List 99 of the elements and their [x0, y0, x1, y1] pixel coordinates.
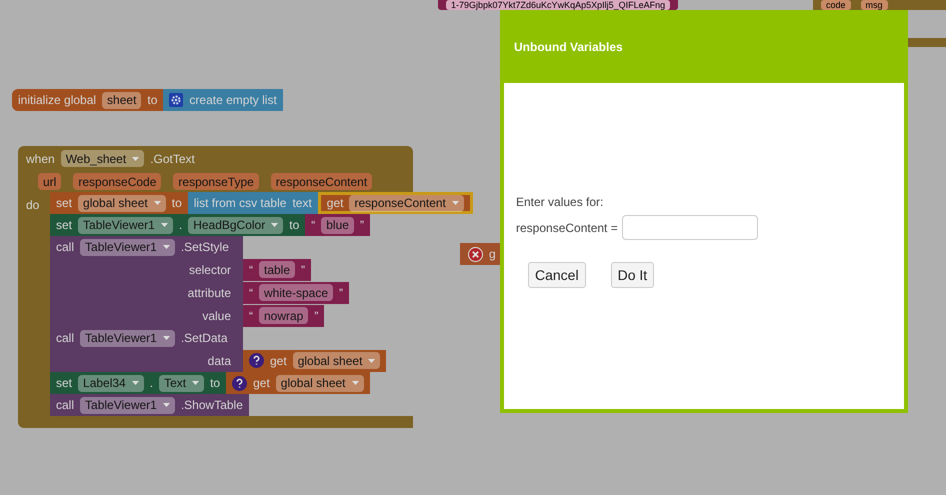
- block-label: .: [178, 218, 182, 232]
- statement-block[interactable]: set global sheet to: [50, 192, 188, 214]
- caret-icon: [352, 381, 359, 385]
- block-label: .ShowTable: [180, 398, 243, 412]
- error-icon[interactable]: [468, 246, 483, 262]
- block-label: do: [26, 198, 40, 212]
- caret-icon: [162, 245, 170, 249]
- block-label: value: [202, 308, 231, 322]
- block-label: .SetData: [180, 331, 228, 345]
- block-label: selector: [188, 262, 231, 276]
- block-label: call: [56, 331, 74, 345]
- block-label: attribute: [188, 286, 231, 300]
- parameter-chip: responseContent: [270, 173, 372, 190]
- dropdown-field[interactable]: TableViewer1: [80, 238, 175, 256]
- block-label: “: [311, 218, 316, 232]
- name-field[interactable]: sheet: [102, 92, 142, 108]
- name-field[interactable]: table: [259, 261, 296, 278]
- block-label: to: [289, 218, 300, 232]
- parameter-chip: msg: [860, 0, 888, 10]
- name-field[interactable]: nowrap: [259, 307, 308, 324]
- confirm-button[interactable]: Do It: [610, 262, 654, 288]
- dropdown-field[interactable]: HeadBgColor: [188, 216, 284, 234]
- dropdown-field[interactable]: responseContent: [349, 194, 464, 212]
- caret-icon: [162, 403, 170, 407]
- block-label: set: [56, 376, 72, 390]
- statement-block[interactable]: call TableViewer1 .SetStyle: [50, 236, 243, 258]
- caret-icon: [192, 381, 200, 385]
- block-label: text: [292, 196, 312, 210]
- text-block[interactable]: “ blue ”: [305, 214, 370, 236]
- block-label: data: [208, 354, 231, 368]
- block-label: to: [210, 376, 220, 390]
- field-label: responseContent =: [516, 220, 618, 234]
- block-label: set: [56, 218, 72, 232]
- block-label: create empty list: [189, 93, 277, 107]
- parameter-chip: code: [821, 0, 851, 10]
- parameter-chip: responseType: [173, 173, 259, 190]
- dropdown-field[interactable]: TableViewer1: [80, 330, 175, 346]
- block-label: get: [253, 376, 270, 390]
- block-label: when: [26, 152, 55, 166]
- block-label: g: [489, 247, 496, 261]
- dropdown-field[interactable]: TableViewer1: [78, 216, 173, 234]
- initialize-block[interactable]: initialize global sheet to: [12, 89, 164, 111]
- cancel-button[interactable]: Cancel: [528, 262, 586, 288]
- block-label: .SetStyle: [180, 240, 229, 254]
- gear-icon[interactable]: [169, 93, 184, 107]
- block-label: ”: [339, 286, 344, 300]
- get-block[interactable]: get responseContent: [318, 192, 473, 214]
- statement-block[interactable]: set Label34 . Text to: [50, 372, 226, 394]
- block-label: .GotText: [150, 152, 195, 166]
- caret-icon: [160, 223, 168, 227]
- block-label: get: [326, 196, 344, 210]
- text-block[interactable]: “ table ”: [243, 258, 312, 280]
- dropdown-field[interactable]: Label34: [78, 374, 144, 392]
- block-label: .: [150, 376, 154, 390]
- text-block[interactable]: “ nowrap ”: [243, 304, 324, 326]
- statement-block[interactable]: call TableViewer1 .SetData: [50, 327, 243, 349]
- block-label: to: [147, 93, 158, 107]
- block-label: “: [249, 308, 253, 322]
- parameter-chip: url: [38, 173, 62, 190]
- block-label: call: [56, 398, 74, 412]
- dropdown-field[interactable]: TableViewer1: [80, 396, 175, 414]
- event-block[interactable]: code msg: [813, 0, 946, 10]
- caret-icon: [154, 201, 161, 205]
- name-field[interactable]: white-space: [259, 284, 334, 301]
- block-label: initialize global: [18, 93, 96, 107]
- event-block-footer: [905, 38, 946, 47]
- question-icon[interactable]: [232, 376, 248, 390]
- block-label: ”: [301, 262, 306, 276]
- block-label: get: [270, 354, 287, 368]
- dropdown-field[interactable]: global sheet: [292, 352, 380, 369]
- caret-icon: [132, 156, 140, 160]
- block-label: “: [249, 262, 253, 276]
- caret-icon: [132, 381, 139, 385]
- question-icon[interactable]: [249, 353, 264, 368]
- block-label: call: [56, 240, 74, 254]
- dialog-title: Unbound Variables: [514, 40, 623, 54]
- statement-block[interactable]: set TableViewer1 . HeadBgColor to: [50, 214, 306, 236]
- prompt-text: Enter values for:: [516, 195, 604, 209]
- dropdown-field[interactable]: Text: [159, 374, 204, 392]
- block-label: “: [249, 286, 253, 300]
- block-label: set: [56, 196, 72, 210]
- get-block[interactable]: get global sheet: [243, 350, 386, 372]
- block-label: to: [172, 196, 182, 210]
- caret-icon: [452, 201, 459, 205]
- dropdown-field[interactable]: Web_sheet: [60, 150, 144, 167]
- statement-block[interactable]: call TableViewer1 .ShowTable: [50, 394, 249, 416]
- caret-icon: [162, 336, 170, 340]
- dropdown-field[interactable]: global sheet: [78, 194, 166, 212]
- get-block[interactable]: get global sheet: [226, 372, 370, 394]
- parameter-chip: responseCode: [73, 173, 162, 190]
- block-label: ”: [314, 308, 318, 322]
- block-label: list from csv table: [194, 196, 286, 210]
- dropdown-field[interactable]: global sheet: [276, 374, 364, 392]
- block-label: ”: [360, 218, 364, 232]
- text-block[interactable]: “ white-space ”: [243, 282, 350, 304]
- name-field[interactable]: blue: [321, 216, 354, 234]
- caret-icon: [271, 223, 278, 227]
- caret-icon: [368, 358, 376, 362]
- input-field[interactable]: [622, 215, 758, 240]
